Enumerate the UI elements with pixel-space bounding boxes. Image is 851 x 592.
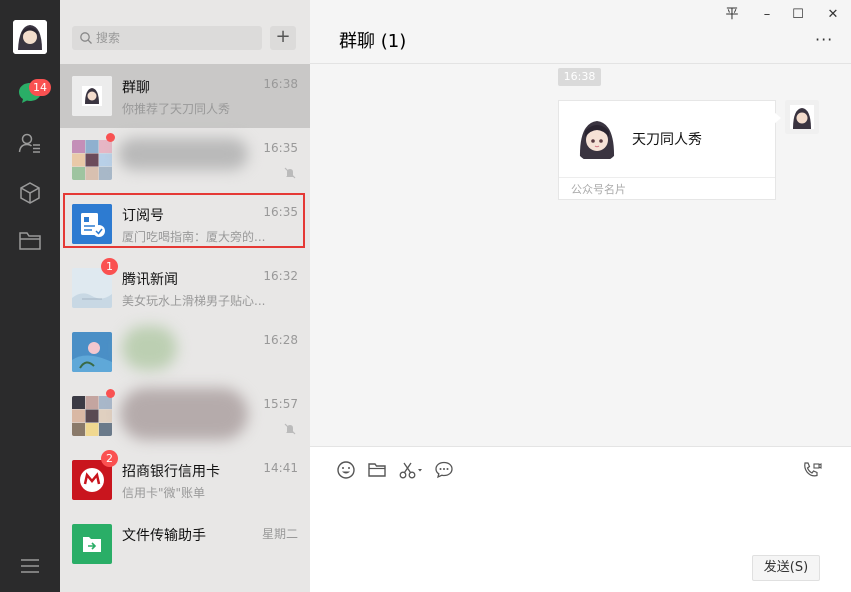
chat-name: 群聊 xyxy=(122,80,150,96)
menu-icon[interactable] xyxy=(17,553,43,579)
chat-name: 文件传输助手 xyxy=(122,528,206,544)
chat-pane: 平 – ☐ ✕ 群聊 (1) ··· 16:38 天刀同人秀 公众号名片 发送(… xyxy=(310,0,851,592)
mute-icon xyxy=(284,167,296,179)
header-divider xyxy=(310,63,851,64)
card-name: 天刀同人秀 xyxy=(632,132,702,148)
chat-name: 招商银行信用卡 xyxy=(122,464,220,480)
group-avatar xyxy=(72,76,112,116)
more-options-button[interactable]: ··· xyxy=(815,30,833,49)
chat-item-blurred-group-2[interactable]: 15:57 xyxy=(60,384,310,448)
chat-time: 15:57 xyxy=(263,397,298,411)
blurred-name xyxy=(118,138,248,170)
card-type-label: 公众号名片 xyxy=(571,183,626,196)
chat-preview: 美女玩水上滑梯男子贴心... xyxy=(122,294,266,308)
search-box[interactable] xyxy=(72,26,262,50)
contact-card-message[interactable]: 天刀同人秀 公众号名片 xyxy=(558,100,776,200)
my-avatar[interactable] xyxy=(785,100,819,134)
folder-icon[interactable] xyxy=(17,228,43,254)
card-divider xyxy=(559,177,775,178)
blurred-name xyxy=(120,388,248,440)
chat-item-file-transfer[interactable]: 文件传输助手 星期二 xyxy=(60,512,310,576)
chat-list: + 群聊 16:38 你推荐了天刀同人秀 16:35 xyxy=(60,0,310,592)
contacts-icon[interactable] xyxy=(17,130,43,156)
unread-badge: 1 xyxy=(101,258,118,275)
emoji-icon[interactable] xyxy=(336,460,356,480)
send-button[interactable]: 发送(S) xyxy=(752,555,820,581)
unread-badge: 2 xyxy=(101,450,118,467)
folder-icon[interactable] xyxy=(367,460,387,480)
chat-item-group[interactable]: 群聊 16:38 你推荐了天刀同人秀 xyxy=(60,64,310,128)
file-transfer-icon xyxy=(72,524,112,564)
unread-badge: 14 xyxy=(29,79,51,96)
card-avatar xyxy=(573,115,621,163)
message-input-area[interactable]: 发送(S) xyxy=(310,446,851,592)
chat-time: 16:38 xyxy=(263,77,298,91)
chat-time: 16:35 xyxy=(263,141,298,155)
search-icon xyxy=(80,32,92,44)
chat-title: 群聊 (1) xyxy=(339,31,407,52)
message-timestamp: 16:38 xyxy=(558,68,601,86)
bubble-arrow xyxy=(774,112,781,124)
chat-time: 星期二 xyxy=(261,527,298,541)
unread-dot xyxy=(106,389,115,398)
group-mosaic-avatar xyxy=(72,140,112,180)
blurred-name xyxy=(122,326,177,370)
add-button[interactable]: + xyxy=(270,26,296,50)
chat-preview: 你推荐了天刀同人秀 xyxy=(122,102,231,116)
chat-time: 16:32 xyxy=(263,269,298,283)
search-input[interactable] xyxy=(96,26,256,50)
scissors-icon[interactable] xyxy=(398,460,424,480)
maximize-button[interactable]: ☐ xyxy=(787,6,809,24)
chat-item-blurred-group[interactable]: 16:35 xyxy=(60,128,310,192)
pin-button[interactable]: 平 xyxy=(721,6,743,24)
minimize-button[interactable]: – xyxy=(756,6,778,24)
nav-rail: 14 xyxy=(0,0,60,592)
group-mosaic-avatar xyxy=(72,396,112,436)
video-call-icon[interactable] xyxy=(802,460,822,480)
chat-time: 14:41 xyxy=(263,461,298,475)
contact-avatar xyxy=(72,332,112,372)
comment-icon[interactable] xyxy=(434,460,454,480)
unread-dot xyxy=(106,133,115,142)
chat-time: 16:28 xyxy=(263,333,298,347)
mute-icon xyxy=(284,423,296,435)
chat-name: 腾讯新闻 xyxy=(122,272,178,288)
avatar[interactable] xyxy=(13,20,47,54)
chat-item-blurred[interactable]: 16:28 xyxy=(60,320,310,384)
selection-highlight xyxy=(63,193,305,248)
chat-preview: 信用卡"微"账单 xyxy=(122,486,206,500)
chat-item-cmb-credit-card[interactable]: 2 招商银行信用卡 14:41 信用卡"微"账单 xyxy=(60,448,310,512)
chat-item-tencent-news[interactable]: 1 腾讯新闻 16:32 美女玩水上滑梯男子贴心... xyxy=(60,256,310,320)
close-button[interactable]: ✕ xyxy=(822,6,844,24)
cube-icon[interactable] xyxy=(17,180,43,206)
